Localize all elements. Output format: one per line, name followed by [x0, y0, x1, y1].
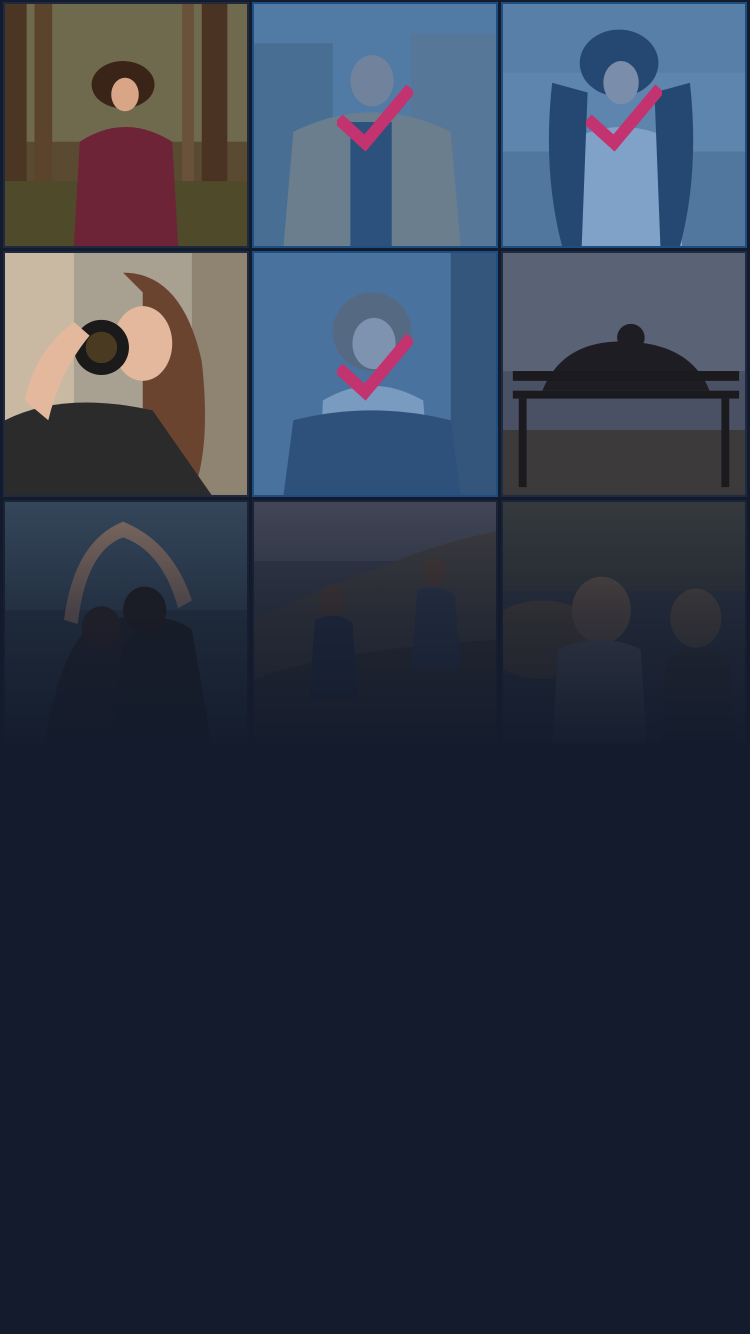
photo-people-on-bench [503, 253, 745, 495]
photo-woman-in-forest [5, 4, 247, 246]
photo-tile-people-on-bench[interactable] [501, 251, 747, 497]
photo-grid [0, 0, 750, 746]
photo-tile-couple-heart-hands[interactable] [3, 500, 249, 746]
photo-tile-woman-with-scarf[interactable] [252, 251, 498, 497]
checkmark-icon [586, 84, 662, 152]
checkmark-icon [337, 84, 413, 152]
photo-picker-screen [0, 0, 750, 1334]
photo-couple-heart-hands [5, 502, 247, 744]
photo-woman-with-camera [5, 253, 247, 495]
photo-tile-woman-with-camera[interactable] [3, 251, 249, 497]
photo-tile-man-in-blazer-city[interactable] [252, 2, 498, 248]
photo-friends-at-sunset [503, 502, 745, 744]
photo-tile-friends-at-sunset[interactable] [501, 500, 747, 746]
photo-tile-friends-on-rocks[interactable] [252, 500, 498, 746]
photo-tile-woman-street-traffic[interactable] [501, 2, 747, 248]
photo-friends-on-rocks [254, 502, 496, 744]
checkmark-icon [337, 333, 413, 401]
photo-tile-woman-in-forest[interactable] [3, 2, 249, 248]
